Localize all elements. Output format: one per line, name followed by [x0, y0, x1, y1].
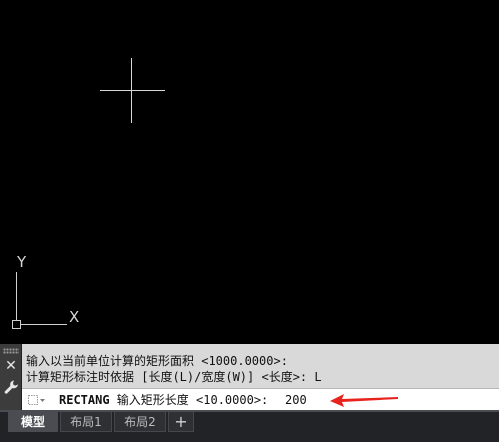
history-line: 输入以当前单位计算的矩形面积 <1000.0000>:	[26, 354, 288, 368]
ucs-x-label: X	[69, 308, 80, 326]
ucs-y-label: Y	[17, 253, 27, 271]
command-history: 输入以当前单位计算的矩形面积 <1000.0000>: 计算矩形标注时依据 [长…	[22, 344, 499, 388]
command-prompt: RECTANG 输入矩形长度 <10.0000>:	[59, 392, 268, 408]
tab-layout2[interactable]: 布局2	[114, 412, 166, 432]
close-icon[interactable]: ✕	[4, 358, 18, 374]
command-input-line[interactable]: RECTANG 输入矩形长度 <10.0000>: 200	[22, 388, 499, 410]
ucs-origin-icon	[12, 320, 21, 329]
crosshair-cursor-horizontal	[100, 90, 165, 91]
crosshair-cursor-vertical	[131, 58, 132, 123]
tab-model[interactable]: 模型	[8, 412, 58, 432]
command-customize-dropdown-icon[interactable]	[26, 393, 46, 407]
command-input-value[interactable]: 200	[285, 392, 307, 408]
command-window: ✕ 输入以当前单位计算的矩形面积 <1000.0000>: 计算矩形标注时依据 …	[0, 344, 499, 410]
add-layout-button[interactable]: +	[168, 412, 194, 432]
tab-layout1[interactable]: 布局1	[60, 412, 112, 432]
ucs-x-axis	[17, 324, 67, 325]
history-line: 计算矩形标注时依据 [长度(L)/宽度(W)] <长度>: L	[26, 370, 322, 384]
drawing-canvas[interactable]: Y X	[0, 0, 499, 344]
command-prompt-text: 输入矩形长度 <10.0000>:	[109, 393, 269, 407]
red-arrow-annotation	[330, 394, 398, 407]
layout-tab-bar: 模型 布局1 布局2 +	[0, 410, 499, 442]
command-name: RECTANG	[59, 393, 110, 407]
command-window-side-bar: ✕	[0, 344, 22, 410]
ucs-y-axis	[16, 272, 17, 324]
drag-grip-icon[interactable]	[3, 348, 19, 354]
wrench-icon[interactable]	[3, 379, 19, 397]
